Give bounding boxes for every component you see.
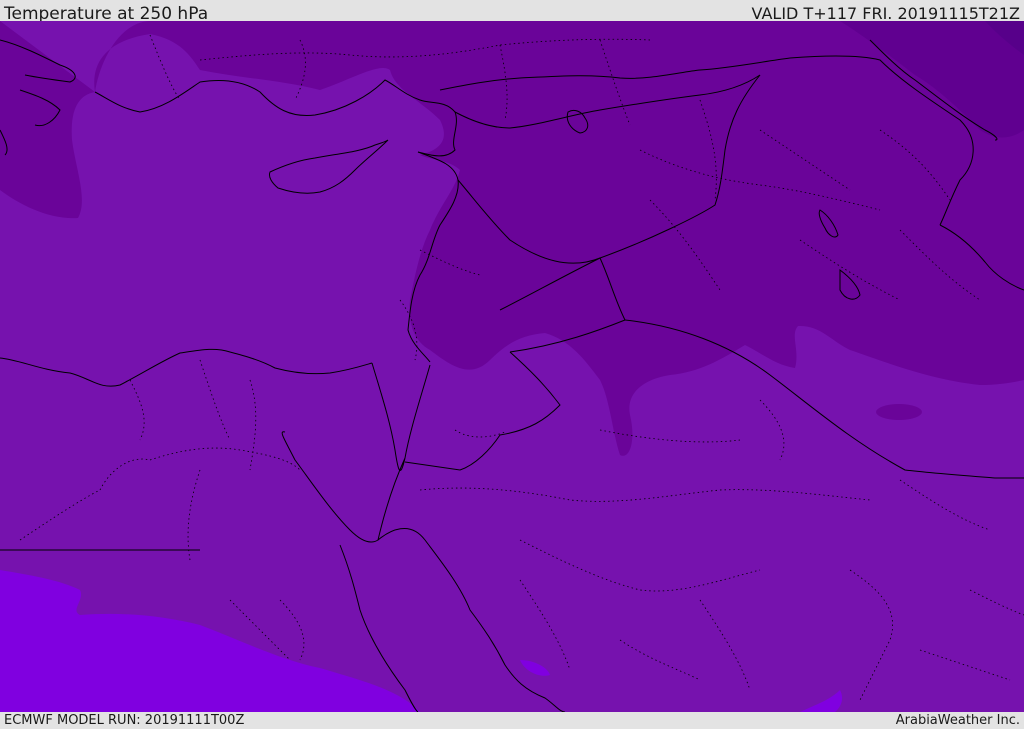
cool-blob-east (876, 404, 922, 420)
weather-map[interactable] (0, 21, 1024, 712)
model-run-label: ECMWF MODEL RUN: 20191111T00Z (4, 713, 245, 728)
credit-label: ArabiaWeather Inc. (895, 713, 1020, 728)
